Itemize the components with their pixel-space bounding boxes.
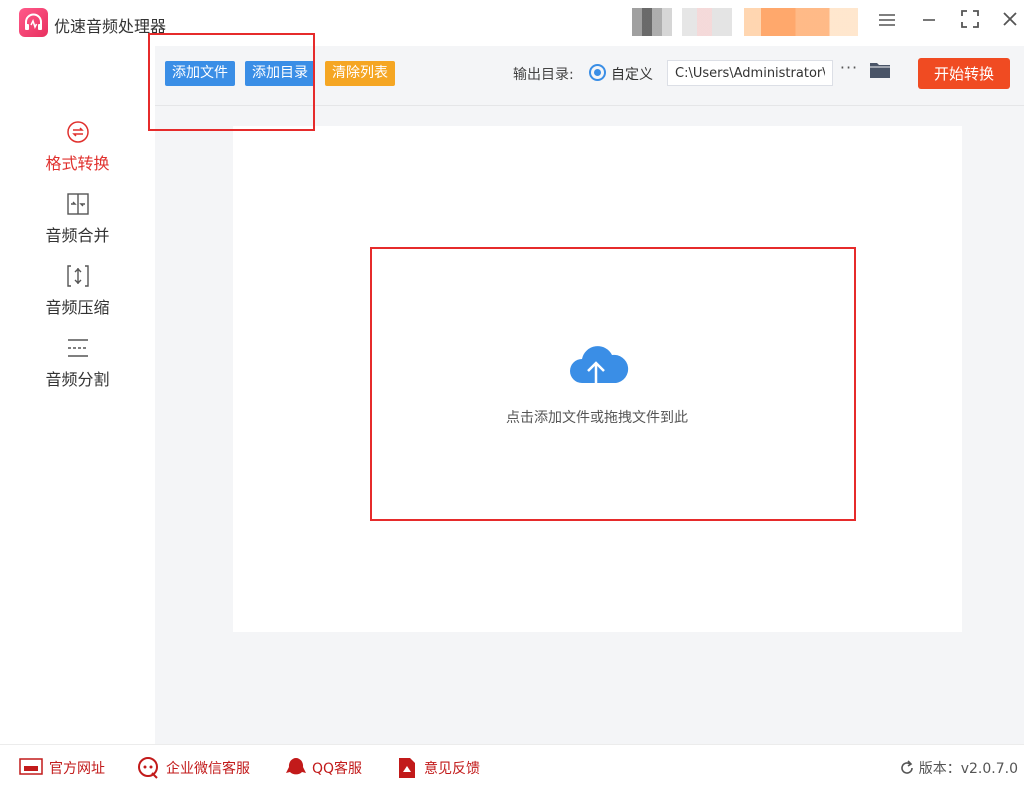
qq-icon [286,757,306,775]
audio-merge-icon [66,193,89,215]
start-convert-button[interactable]: 开始转换 [918,58,1010,89]
sidebar-item-format-convert[interactable]: 格式转换 [0,120,155,180]
app-title: 优速音频处理器 [54,17,167,36]
menu-icon[interactable] [875,10,899,34]
sidebar-item-label: 音频合并 [45,226,110,245]
refresh-icon[interactable] [899,760,915,776]
drop-zone-text: 点击添加文件或拖拽文件到此 [506,410,688,426]
folder-icon[interactable] [869,60,893,84]
custom-radio-label[interactable]: 自定义 [611,64,653,84]
wechat-icon [138,757,158,779]
website-icon [19,758,43,775]
output-dir-label: 输出目录: [513,67,574,83]
sidebar-item-label: 格式转换 [45,154,110,173]
sidebar-item-label: 音频压缩 [45,298,110,317]
sidebar-item-audio-split[interactable]: 音频分割 [0,336,155,396]
cloud-upload-icon [570,346,629,393]
minimize-icon[interactable] [917,10,941,34]
footer: 官方网址 企业微信客服 QQ客服 意见反馈 版本：v2.0.7.0 [0,744,1024,787]
blurred-badge [744,8,858,36]
version-label: 版本：v2.0.7.0 [899,758,1018,778]
title-bar: 优速音频处理器 [0,0,1024,46]
add-file-button[interactable]: 添加文件 [165,61,235,86]
feedback-link[interactable]: 意见反馈 [398,757,498,778]
file-list-panel: 点击添加文件或拖拽文件到此 [233,126,962,632]
wechat-service-link[interactable]: 企业微信客服 [137,757,267,779]
add-directory-button[interactable]: 添加目录 [245,61,315,86]
format-convert-icon [66,121,89,143]
blurred-user-info [682,8,732,36]
maximize-icon[interactable] [958,10,982,34]
app-logo-icon [19,8,48,37]
output-path-input[interactable] [667,60,833,86]
official-website-link[interactable]: 官方网址 [19,757,119,777]
sidebar: 格式转换 音频合并 音频压缩 音频分割 [0,46,155,744]
qq-service-link[interactable]: QQ客服 [285,757,375,777]
close-icon[interactable] [998,10,1022,34]
audio-compress-icon [66,265,89,287]
more-button[interactable]: ··· [839,58,859,84]
toolbar: 添加文件 添加目录 清除列表 输出目录: 自定义 ··· 开始转换 [155,46,1024,106]
custom-radio[interactable] [589,64,606,81]
drop-zone[interactable]: 点击添加文件或拖拽文件到此 [370,247,854,521]
sidebar-item-audio-compress[interactable]: 音频压缩 [0,264,155,324]
feedback-icon [399,758,415,778]
blurred-avatar [632,8,672,36]
main-area: 添加文件 添加目录 清除列表 输出目录: 自定义 ··· 开始转换 点击添加文件… [155,46,1024,744]
clear-list-button[interactable]: 清除列表 [325,61,395,86]
sidebar-item-label: 音频分割 [45,370,110,389]
audio-split-icon [67,339,88,357]
sidebar-item-audio-merge[interactable]: 音频合并 [0,192,155,252]
